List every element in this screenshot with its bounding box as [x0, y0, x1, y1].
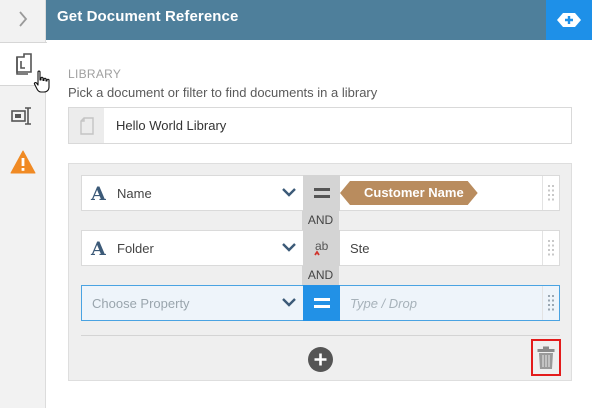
grip-icon — [548, 185, 554, 201]
equals-icon — [313, 188, 330, 198]
warning-icon — [10, 150, 36, 174]
value-placeholder: Type / Drop — [350, 296, 417, 311]
chevron-right-icon — [19, 11, 28, 27]
filter-value[interactable]: Customer Name — [340, 176, 543, 210]
tab-warnings[interactable] — [0, 140, 46, 184]
property-name: Folder — [117, 241, 154, 256]
collapse-button[interactable] — [0, 0, 46, 38]
plus-icon — [314, 353, 327, 366]
text-field-icon — [11, 107, 31, 125]
library-description: Pick a document or filter to find docume… — [68, 85, 378, 100]
operator-contains-button[interactable]: ab — [303, 230, 340, 266]
property-name: Name — [117, 186, 152, 201]
property-select[interactable]: A Name — [82, 176, 303, 210]
document-icon — [15, 53, 32, 75]
and-connector: AND — [302, 266, 339, 285]
drag-handle[interactable] — [542, 231, 559, 265]
value-text: Ste — [350, 241, 370, 256]
library-picker[interactable]: Hello World Library — [68, 107, 572, 144]
divider — [81, 335, 560, 336]
property-select[interactable]: A Folder — [82, 231, 303, 265]
operator-equals-button[interactable] — [303, 175, 340, 211]
library-label: LIBRARY — [68, 67, 122, 81]
filter-panel: A Name Customer Name AND A Folder ab Ste… — [68, 163, 572, 381]
value-token[interactable]: Customer Name — [340, 181, 478, 205]
drag-handle[interactable] — [542, 286, 559, 320]
contains-icon: ab — [313, 239, 328, 256]
chevron-down-icon — [282, 188, 296, 197]
library-value: Hello World Library — [116, 118, 227, 133]
and-connector: AND — [302, 211, 339, 230]
add-field-button[interactable] — [546, 0, 592, 40]
filter-row: A Name Customer Name — [81, 175, 560, 211]
panel-title: Get Document Reference — [57, 8, 239, 25]
chevron-down-icon — [282, 298, 296, 307]
operator-equals-button[interactable] — [303, 285, 340, 321]
choose-property-select[interactable]: Choose Property — [82, 286, 303, 320]
tab-text-field[interactable] — [0, 94, 46, 138]
property-placeholder: Choose Property — [92, 296, 190, 311]
value-drop-field[interactable]: Type / Drop — [340, 286, 543, 320]
get-document-reference-panel: Get Document Reference LIBRARY Pick a do… — [0, 0, 592, 408]
side-rail — [0, 0, 50, 408]
add-filter-button[interactable] — [308, 347, 333, 372]
filter-row: A Folder ab Ste — [81, 230, 560, 266]
add-field-icon — [557, 13, 581, 27]
document-icon — [79, 116, 94, 135]
text-property-icon: A — [91, 183, 106, 205]
panel-header: Get Document Reference — [46, 0, 592, 40]
trash-icon — [537, 346, 555, 369]
grip-icon — [548, 240, 554, 256]
text-property-icon: A — [91, 238, 106, 260]
filter-value[interactable]: Ste — [340, 231, 543, 265]
chevron-down-icon — [282, 243, 296, 252]
grip-icon — [548, 295, 554, 311]
delete-filter-button[interactable] — [531, 339, 561, 376]
library-doc-icon-box — [69, 108, 104, 143]
drag-handle[interactable] — [542, 176, 559, 210]
equals-icon — [313, 298, 330, 308]
new-filter-row: Choose Property Type / Drop — [81, 285, 560, 321]
hand-cursor-icon — [33, 70, 50, 93]
